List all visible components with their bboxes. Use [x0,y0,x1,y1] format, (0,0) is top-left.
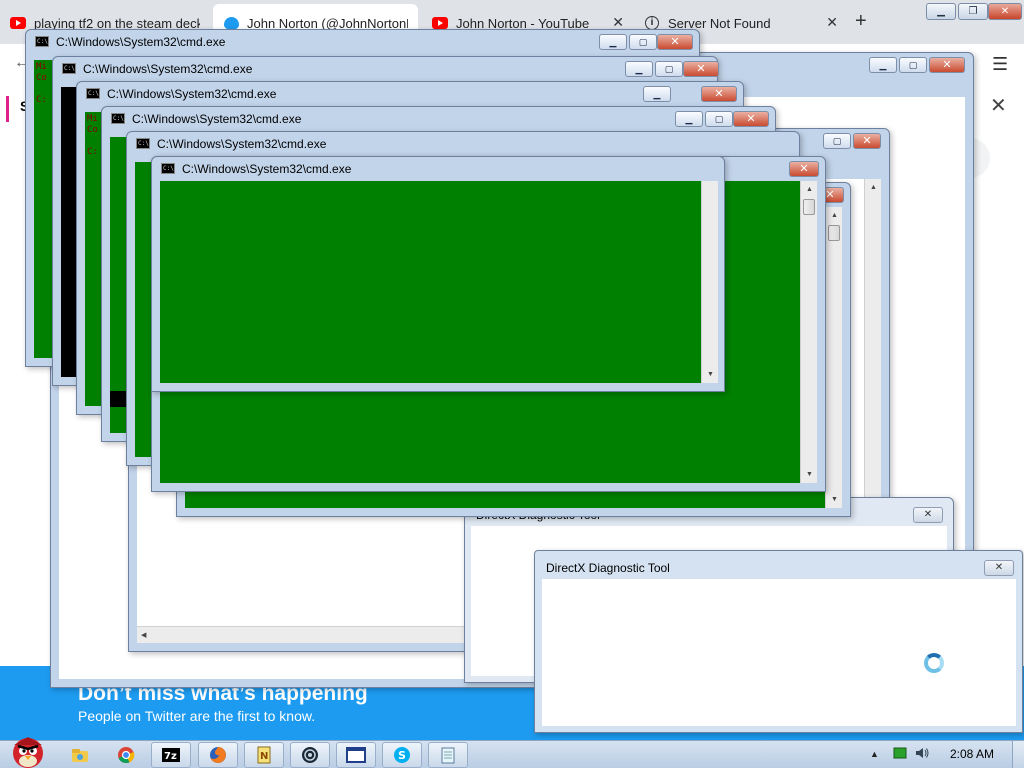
svg-text:S: S [398,749,406,762]
explorer-icon[interactable] [60,742,100,768]
cmd-icon: C:\ [62,63,76,74]
title-bar[interactable]: C:\ C:\Windows\System32\cmd.exe ▁ ▢ ✕ [102,107,775,131]
skype-icon[interactable]: S [382,742,422,768]
title-bar[interactable]: C:\ C:\Windows\System32\cmd.exe ▁ ▢ ✕ [26,30,699,54]
console-text: Mi Co C: [36,62,47,105]
close-button[interactable]: ✕ [988,3,1022,20]
vertical-scrollbar[interactable]: ▲ ▼ [800,181,817,483]
volume-icon[interactable] [914,746,930,763]
scroll-down-arrow-icon[interactable]: ▼ [702,366,718,383]
close-button[interactable]: ✕ [701,86,737,102]
window-title: C:\Windows\System32\cmd.exe [132,112,302,126]
scroll-thumb[interactable] [828,225,840,241]
hamburger-menu-icon[interactable]: ☰ [992,54,1008,75]
scroll-down-arrow-icon[interactable]: ▼ [801,466,817,483]
cmd-window-front[interactable]: C:\ C:\Windows\System32\cmd.exe ▼ [151,156,725,392]
scroll-up-arrow-icon[interactable]: ▲ [865,179,881,196]
scroll-thumb[interactable] [803,199,815,215]
notepad-icon[interactable] [428,742,468,768]
window-client [542,579,1016,726]
window-title: C:\Windows\System32\cmd.exe [83,62,253,76]
notepad-plus-icon[interactable]: N [244,742,284,768]
cmd-icon: C:\ [136,138,150,149]
title-bar[interactable]: C:\ C:\Windows\System32\cmd.exe ▁ ✕ [77,82,743,106]
network-icon[interactable] [893,746,907,763]
minimize-button[interactable]: ▁ [926,3,956,20]
svg-text:7z: 7z [164,751,177,762]
window-icon[interactable] [336,742,376,768]
close-icon[interactable]: ✕ [826,14,838,31]
title-bar[interactable]: C:\ C:\Windows\System32\cmd.exe [152,157,724,181]
title-bar[interactable]: C:\ C:\Windows\System32\cmd.exe ▁ ▢ ✕ [53,57,719,81]
window-title: C:\Windows\System32\cmd.exe [157,137,327,151]
loading-spinner-icon [924,653,944,673]
scroll-up-arrow-icon[interactable]: ▲ [826,207,842,224]
title-bar[interactable]: C:\ C:\Windows\System32\cmd.exe [127,132,799,156]
maximize-button[interactable]: ▢ [899,57,927,73]
firefox-icon[interactable] [198,742,238,768]
show-desktop-button[interactable] [1012,741,1024,768]
cmd-icon: C:\ [86,88,100,99]
scroll-up-arrow-icon[interactable]: ▲ [801,181,817,198]
minimize-button[interactable]: ▁ [643,86,671,102]
clock[interactable]: 2:08 AM [950,747,994,761]
directx-diagnostic-window[interactable]: DirectX Diagnostic Tool ✕ [534,550,1023,733]
close-button[interactable]: ✕ [984,560,1014,576]
new-tab-button[interactable]: + [855,10,867,33]
close-button[interactable]: ✕ [733,111,769,127]
steam-icon[interactable] [290,742,330,768]
maximize-button[interactable]: ▢ [655,61,683,77]
vertical-scrollbar[interactable]: ▲ ▼ [825,207,842,508]
window-title: C:\Windows\System32\cmd.exe [56,35,226,49]
maximize-button[interactable]: ▢ [629,34,657,50]
console-output[interactable]: ▼ [160,181,718,383]
cmd-icon: C:\ [35,36,49,47]
window-title: DirectX Diagnostic Tool [546,561,670,575]
window-title: C:\Windows\System32\cmd.exe [107,87,277,101]
maximize-button[interactable]: ▢ [705,111,733,127]
youtube-icon [10,15,26,31]
close-icon[interactable]: ✕ [990,93,1007,118]
maximize-button[interactable]: ❐ [958,3,988,20]
close-button[interactable]: ✕ [913,507,943,523]
7zip-icon[interactable]: 7z [151,742,191,768]
console-text: Mi Co C: [87,114,98,157]
close-button[interactable]: ✕ [853,133,881,149]
banner-subtitle: People on Twitter are the first to know. [78,708,316,724]
chrome-icon[interactable] [106,742,146,768]
close-button[interactable]: ✕ [789,161,819,177]
accent-bar [6,96,9,122]
cmd-icon: C:\ [161,163,175,174]
minimize-button[interactable]: ▁ [599,34,627,50]
window-title: C:\Windows\System32\cmd.exe [182,162,352,176]
svg-text:N: N [260,751,268,762]
close-button[interactable]: ✕ [929,57,965,73]
cmd-icon: C:\ [111,113,125,124]
taskbar: 7z N S ▲ 2:08 AM [0,737,1024,768]
minimize-button[interactable]: ▁ [675,111,703,127]
maximize-button[interactable]: ▢ [823,133,851,149]
show-hidden-icons-arrow-icon[interactable]: ▲ [870,749,879,759]
minimize-button[interactable]: ▁ [869,57,897,73]
angry-birds-start-icon[interactable] [4,731,48,768]
close-button[interactable]: ✕ [683,61,719,77]
minimize-button[interactable]: ▁ [625,61,653,77]
close-button[interactable]: ✕ [657,34,693,50]
scroll-down-arrow-icon[interactable]: ▼ [826,491,842,508]
vertical-scrollbar[interactable]: ▼ [701,181,718,383]
